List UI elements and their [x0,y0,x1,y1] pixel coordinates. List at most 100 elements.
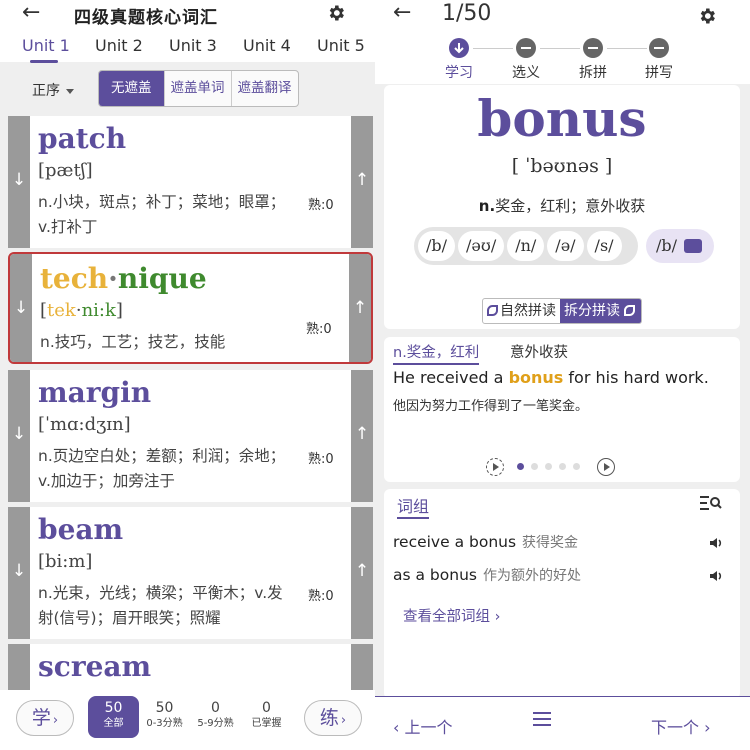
page-dot[interactable] [517,463,524,470]
split-phonics-button[interactable]: 拆分拼读 [560,299,642,323]
phoneme-chip[interactable]: /n/ [507,231,545,261]
tab-unit-3[interactable]: Unit 3 [169,36,217,55]
practice-button[interactable]: 练 › [304,700,362,736]
gear-icon[interactable] [697,6,717,26]
prev-button[interactable]: ‹ 上一个 [393,714,453,738]
cover-mode-toggle: 无遮盖 遮盖单词 遮盖翻译 [98,70,299,107]
filter-5-9[interactable]: 0 5-9分熟 [190,696,241,738]
natural-phonics-button[interactable]: 自然拼读 [483,299,560,323]
progress-counter: 1/50 [442,1,492,26]
card-right-handle[interactable]: ↑ [351,370,373,502]
play-slow-icon[interactable] [486,458,504,476]
gear-icon[interactable] [326,3,346,23]
phrase-row[interactable]: as a bonus 作为额外的好处 [393,565,581,585]
view-all-label: 查看全部词组 [403,609,490,625]
step-spell-label[interactable]: 拼写 [645,62,673,82]
step-spell-indicator[interactable] [649,38,669,58]
sense-tab[interactable]: 意外收获 [510,341,568,362]
stat-label: 全部 [103,718,124,729]
step-learn-label[interactable]: 学习 [445,62,473,82]
step-split-indicator[interactable] [583,38,603,58]
word-text: margin [38,376,152,409]
play-icon[interactable] [597,458,615,476]
arrow-down-circle-icon [454,43,464,54]
list-search-icon[interactable] [700,494,722,512]
card-left-handle[interactable]: ↓ [8,370,30,502]
stat-value: 0 [211,700,220,716]
page-dot[interactable] [545,463,552,470]
phrase-row[interactable]: receive a bonus 获得奖金 [393,532,578,552]
phoneme-chip[interactable]: /ə/ [547,231,584,261]
phonetic: [bi:m] [38,551,93,572]
tab-unit-2[interactable]: Unit 2 [95,36,143,55]
cover-none-button[interactable]: 无遮盖 [99,71,165,106]
word-card-scream[interactable]: scream [8,644,373,694]
word-card-patch[interactable]: ↓ patch [pætʃ] n.小块，斑点；补丁；菜地；眼罩；v.打补丁 熟:… [8,116,373,248]
example-card: n.奖金，红利 意外收获 He received a bonus for his… [384,337,740,482]
step-split-label[interactable]: 拆拼 [579,62,607,82]
definition: n.页边空白处；差额；利润；余地；v.加边于；加旁注于 [38,447,286,490]
sense-tab-active[interactable]: n.奖金，红利 [393,341,480,365]
cover-translation-button[interactable]: 遮盖翻译 [232,71,298,106]
tab-unit-4[interactable]: Unit 4 [243,36,291,55]
filter-0-3[interactable]: 50 0-3分熟 [139,696,190,738]
card-left-handle[interactable] [8,644,30,694]
stat-label: 5-9分熟 [197,718,234,729]
word-card-technique[interactable]: ↓ tech·nique [tek·ni:k] n.技巧，工艺；技艺，技能 熟:… [8,252,373,364]
definition: n.小块，斑点；补丁；菜地；眼罩；v.打补丁 [38,193,286,236]
card-right-handle[interactable]: ↑ [351,116,373,248]
phoneme-chip[interactable]: /b/ [418,231,456,261]
definition: n.光束，光线；横梁；平衡木；v.发射(信号)；眉开眼笑；照耀 [38,584,283,627]
word-text: beam [38,513,124,546]
card-right-handle[interactable] [351,644,373,694]
word-detail-panel: ← 1/50 学习 选义 拆拼 拼写 bonus [ ˈbəʊnəs ] n.奖… [375,0,750,750]
back-button[interactable]: ← [22,0,40,25]
word-card: bonus [ ˈbəʊnəs ] n.奖金，红利；意外收获 /b/ /əʊ/ … [384,85,740,329]
back-button[interactable]: ← [393,0,411,25]
chevron-right-icon: › [704,718,711,737]
speaker-icon[interactable] [709,569,723,583]
speaker-icon[interactable] [709,536,723,550]
tab-unit-1[interactable]: Unit 1 [22,36,70,55]
card-left-handle[interactable]: ↓ [10,254,32,362]
phoneme-video-button[interactable]: /b/ [646,229,714,263]
card-right-handle[interactable]: ↑ [351,507,373,639]
card-left-handle[interactable]: ↓ [8,116,30,248]
filter-mastered[interactable]: 0 已掌握 [241,696,292,738]
phonetic[interactable]: [ ˈbəʊnəs ] [384,155,740,177]
word-card-margin[interactable]: ↓ margin [ˈmɑ:dʒɪn] n.页边空白处；差额；利润；余地；v.加… [8,370,373,502]
phonetic: [tek·ni:k] [40,300,123,321]
view-all-phrases-link[interactable]: 查看全部词组 › [403,605,500,626]
page-dot[interactable] [573,463,580,470]
filter-all[interactable]: 50 全部 [88,696,139,738]
video-icon [684,239,702,253]
familiarity: 熟:0 [308,452,334,467]
phoneme-chip[interactable]: /s/ [586,231,622,261]
active-tab-indicator [30,60,58,63]
card-right-handle[interactable]: ↑ [349,254,371,362]
phrase-cn: 获得奖金 [522,535,579,551]
phoneme-chip[interactable]: /əʊ/ [458,231,505,261]
next-button[interactable]: 下一个 › [651,714,711,738]
learn-button[interactable]: 学 › [16,700,74,736]
cover-word-button[interactable]: 遮盖单词 [165,71,232,106]
definition-text: 奖金，红利；意外收获 [495,197,646,215]
tab-unit-5[interactable]: Unit 5 [317,36,365,55]
part-of-speech: n. [478,197,496,215]
order-dropdown[interactable]: 正序 [32,80,74,100]
page-dot[interactable] [559,463,566,470]
chevron-left-icon: ‹ [393,718,400,737]
familiarity: 熟:0 [308,198,334,213]
word-card-beam[interactable]: ↓ beam [bi:m] n.光束，光线；横梁；平衡木；v.发射(信号)；眉开… [8,507,373,639]
step-choose-indicator[interactable] [516,38,536,58]
syllable-1: tech [40,262,109,295]
page-dot[interactable] [531,463,538,470]
phoneme-list: /b/ /əʊ/ /n/ /ə/ /s/ [414,227,638,265]
phrase-en: as a bonus [393,566,477,584]
card-left-handle[interactable]: ↓ [8,507,30,639]
phrase-title: 词组 [397,493,430,519]
menu-icon[interactable] [533,712,551,728]
bottom-nav: ‹ 上一个 下一个 › [375,696,750,750]
step-learn-indicator[interactable] [449,38,469,58]
step-choose-label[interactable]: 选义 [512,62,540,82]
